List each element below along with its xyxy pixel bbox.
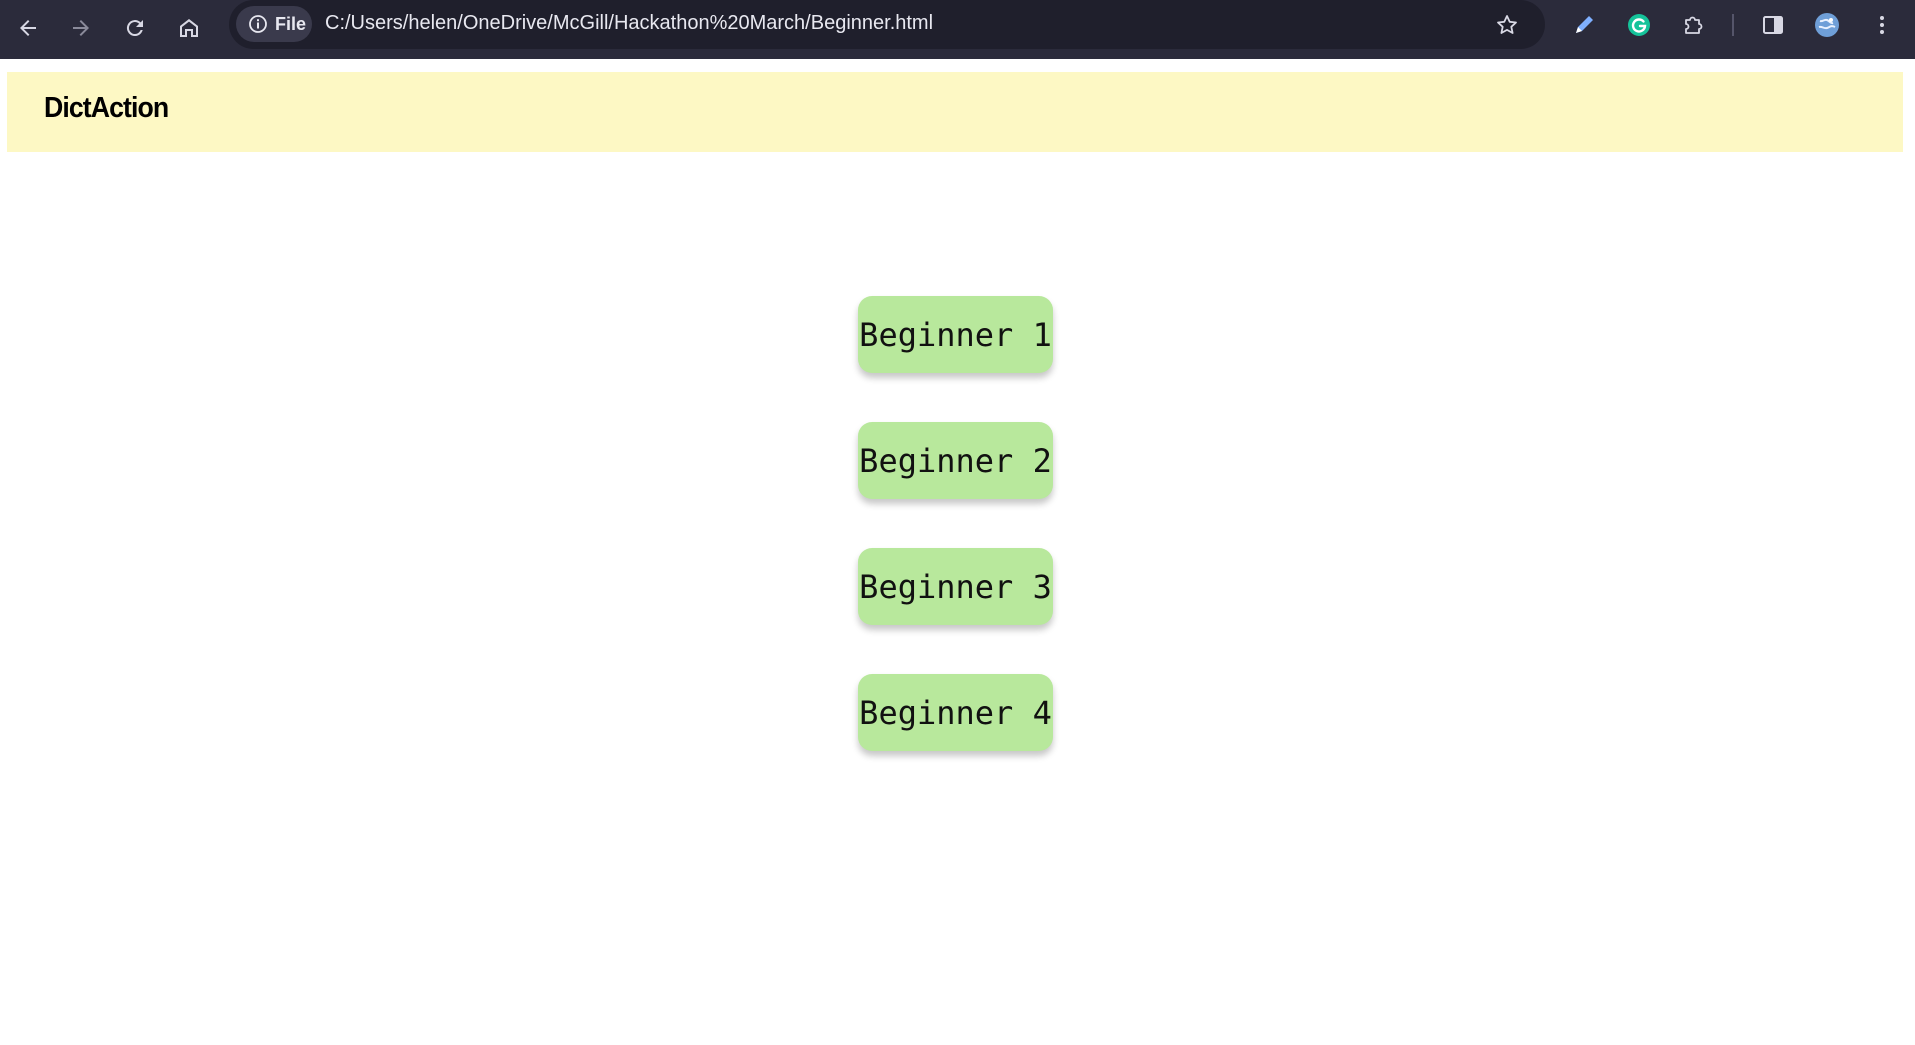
toolbar-divider (1732, 14, 1734, 36)
grammarly-extension-button[interactable] (1621, 7, 1657, 43)
beginner-4-button[interactable]: Beginner 4 (858, 674, 1053, 751)
beginner-2-button[interactable]: Beginner 2 (858, 422, 1053, 499)
site-info-label: File (275, 13, 307, 34)
back-arrow-icon (20, 20, 36, 36)
more-menu-button[interactable] (1864, 7, 1900, 43)
info-icon (249, 15, 267, 33)
profile-avatar-icon (1815, 13, 1839, 37)
grammarly-icon (1628, 14, 1650, 36)
more-menu-icon (1880, 16, 1884, 34)
url-text[interactable]: C:/Users/helen/OneDrive/McGill/Hackathon… (325, 12, 933, 35)
profile-button[interactable] (1809, 7, 1845, 43)
back-button[interactable] (10, 10, 46, 46)
pen-extension-button[interactable] (1566, 7, 1602, 43)
side-panel-button[interactable] (1755, 7, 1791, 43)
home-icon (180, 19, 198, 37)
home-button[interactable] (171, 10, 207, 46)
star-icon (1497, 15, 1517, 34)
reload-button[interactable] (117, 10, 153, 46)
site-logo[interactable]: DictAction (44, 92, 169, 125)
bookmark-button[interactable] (1489, 7, 1525, 43)
side-panel-icon (1763, 16, 1783, 34)
extensions-puzzle-icon (1685, 16, 1703, 34)
beginner-3-button[interactable]: Beginner 3 (858, 548, 1053, 625)
beginner-1-button[interactable]: Beginner 1 (858, 296, 1053, 373)
reload-icon (126, 20, 143, 37)
browser-toolbar: File C:/Users/helen/OneDrive/McGill/Hack… (0, 0, 1915, 59)
site-header: DictAction (7, 72, 1903, 152)
extensions-button[interactable] (1676, 7, 1712, 43)
site-info-chip[interactable]: File (236, 6, 312, 42)
address-bar[interactable]: File C:/Users/helen/OneDrive/McGill/Hack… (229, 0, 1545, 49)
forward-arrow-icon (73, 20, 89, 36)
forward-button[interactable] (63, 10, 99, 46)
beginner-level-list: Beginner 1 Beginner 2 Beginner 3 Beginne… (858, 296, 1053, 800)
pen-icon (1576, 16, 1593, 33)
